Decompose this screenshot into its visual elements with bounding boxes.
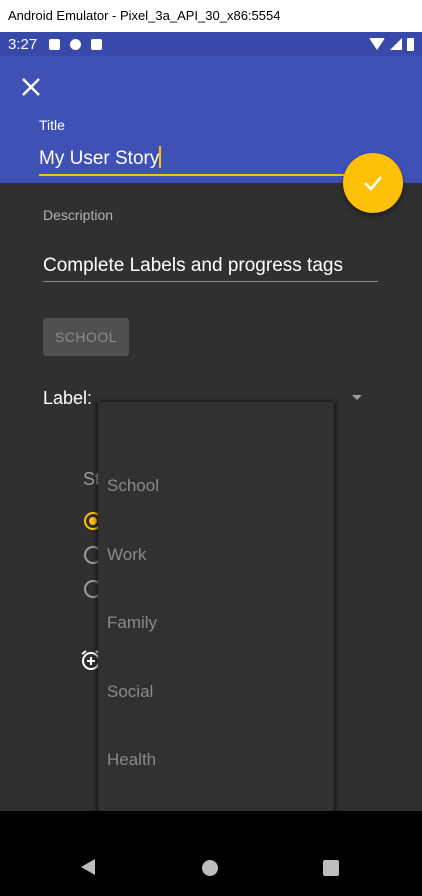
recents-icon[interactable]	[323, 860, 339, 876]
title-value: My User Story	[39, 148, 160, 169]
label-field-label: Label:	[43, 388, 93, 408]
close-icon[interactable]	[20, 76, 42, 98]
sd-card-icon	[91, 38, 103, 50]
check-icon	[364, 176, 382, 191]
battery-icon	[407, 37, 414, 51]
status-time: 3:27	[8, 35, 38, 53]
signal-icon	[390, 38, 402, 50]
navigation-bar	[0, 811, 422, 896]
description-input[interactable]: Complete Labels and progress tags	[43, 253, 378, 282]
dropdown-option-social[interactable]: Social	[98, 658, 334, 726]
description-label: Description	[43, 207, 114, 223]
back-icon[interactable]	[81, 859, 95, 875]
home-icon[interactable]	[202, 860, 218, 876]
p-notification-icon	[70, 38, 82, 50]
text-cursor	[159, 146, 162, 168]
label-dropdown-menu: School Work Family Social Health	[98, 402, 334, 811]
dropdown-option-health[interactable]: Health	[98, 726, 334, 794]
emulator-title-bar: Android Emulator - Pixel_3a_API_30_x86:5…	[0, 0, 422, 32]
save-fab-button[interactable]	[343, 153, 403, 213]
wifi-icon	[369, 38, 385, 50]
label-chip[interactable]: SCHOOL	[43, 318, 129, 356]
status-bar: 3:27	[0, 32, 422, 56]
title-input[interactable]: My User Story	[39, 146, 361, 176]
chevron-down-icon[interactable]	[352, 395, 362, 400]
title-label: Title	[39, 117, 65, 133]
form-content: Description Complete Labels and progress…	[0, 183, 422, 811]
dropdown-option-school[interactable]: School	[98, 452, 334, 520]
a-notification-icon	[49, 38, 61, 50]
dropdown-option-family[interactable]: Family	[98, 589, 334, 657]
dropdown-option-work[interactable]: Work	[98, 521, 334, 589]
